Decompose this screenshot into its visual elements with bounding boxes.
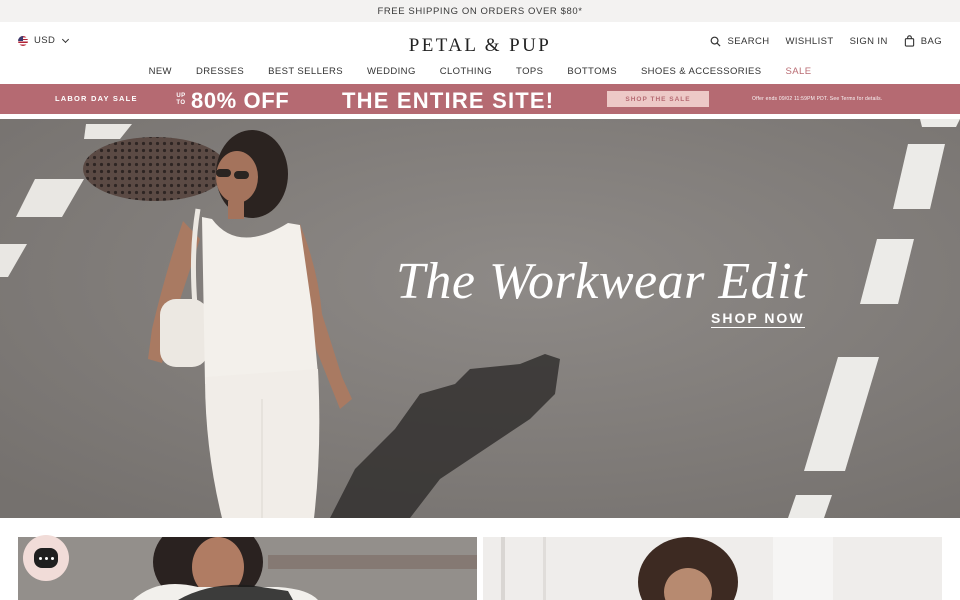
hero-image — [0, 119, 960, 518]
bag-icon — [904, 35, 914, 47]
hero-banner[interactable]: The Workwear Edit SHOP NOW — [0, 119, 960, 518]
tile-left-image — [18, 537, 477, 600]
nav-item-bottoms[interactable]: BOTTOMS — [567, 66, 617, 77]
sign-in-label: SIGN IN — [849, 35, 888, 47]
shop-the-sale-button[interactable]: SHOP THE SALE — [607, 91, 709, 107]
sign-in-link[interactable]: SIGN IN — [850, 36, 888, 47]
hero-shop-now-link[interactable]: SHOP NOW — [711, 310, 805, 328]
announcement-bar: FREE SHIPPING ON ORDERS OVER $80* — [0, 0, 960, 22]
promo-headline: THE ENTIRE SITE! — [342, 88, 555, 113]
chat-icon — [34, 548, 58, 568]
category-tile-left[interactable] — [18, 537, 477, 600]
nav-item-new[interactable]: NEW — [149, 66, 172, 77]
main-nav: NEW DRESSES BEST SELLERS WEDDING CLOTHIN… — [0, 66, 960, 77]
search-icon — [711, 36, 721, 47]
category-tile-right[interactable] — [483, 537, 942, 600]
bag-button[interactable]: BAG — [904, 35, 942, 47]
nav-item-tops[interactable]: TOPS — [516, 66, 543, 77]
wishlist-link[interactable]: WISHLIST — [785, 36, 833, 47]
promo-discount: 80% OFF — [191, 88, 290, 113]
site-header: USD PETAL & PUP SEARCH WISHLIST SIGN IN … — [0, 22, 960, 84]
wishlist-label: WISHLIST — [785, 35, 834, 47]
nav-item-wedding[interactable]: WEDDING — [367, 66, 416, 77]
promo-label: LABOR DAY SALE — [55, 94, 138, 103]
hero-title: The Workwear Edit — [396, 253, 808, 310]
chat-button[interactable] — [23, 535, 69, 581]
search-label: SEARCH — [727, 35, 770, 47]
promo-up-to: UP TO — [176, 93, 186, 106]
promo-banner[interactable]: LABOR DAY SALE UP TO 80% OFF THE ENTIRE … — [0, 84, 960, 114]
bag-label: BAG — [920, 35, 942, 47]
announcement-text: FREE SHIPPING ON ORDERS OVER $80* — [377, 5, 583, 17]
nav-item-dresses[interactable]: DRESSES — [196, 66, 244, 77]
nav-item-sale[interactable]: SALE — [786, 66, 812, 77]
nav-item-clothing[interactable]: CLOTHING — [440, 66, 492, 77]
header-utilities: SEARCH WISHLIST SIGN IN BAG — [710, 35, 942, 47]
promo-fine-print: Offer ends 09/02 11:59PM PDT. See Terms … — [752, 96, 883, 102]
nav-item-shoes-accessories[interactable]: SHOES & ACCESSORIES — [641, 66, 762, 77]
search-button[interactable]: SEARCH — [710, 36, 769, 47]
nav-item-best-sellers[interactable]: BEST SELLERS — [268, 66, 343, 77]
tile-right-image — [483, 537, 942, 600]
